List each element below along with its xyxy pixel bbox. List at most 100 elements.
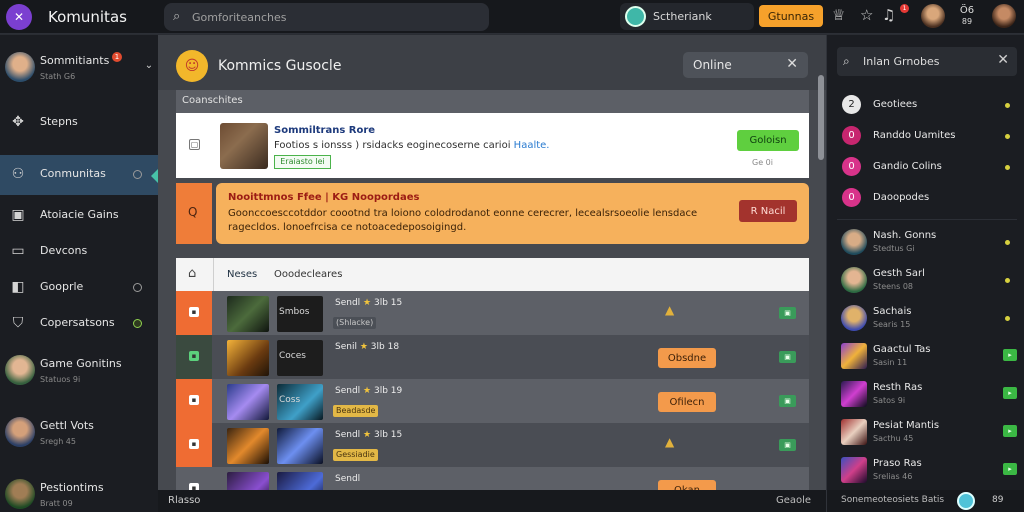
- group-name: Randdo Uamites: [873, 130, 956, 141]
- sidebar-item-profile[interactable]: Sommitiants Stath G6 1 ⌄: [0, 48, 158, 88]
- bottom-right-label[interactable]: Geaole: [776, 495, 811, 506]
- chat-bubble-icon[interactable]: [957, 492, 975, 510]
- alert-action-button[interactable]: R Nacil: [739, 200, 797, 222]
- group-item[interactable]: 0 Gandio Colins: [837, 152, 1017, 182]
- close-icon[interactable]: ✕: [997, 52, 1009, 68]
- table-header: ⌂ Neses Ooodecleares: [176, 258, 809, 291]
- profile-avatar[interactable]: [921, 4, 945, 28]
- user-chip[interactable]: Sctheriank: [620, 3, 754, 30]
- friend-item[interactable]: Pesiat Mantis Sacthu 45 ▸: [837, 417, 1017, 447]
- row-title: Sendl ★ 3lb 15: [335, 298, 402, 308]
- row-action-button[interactable]: Obsdne: [658, 348, 716, 368]
- group-search-label: Inlan Grnobes: [863, 55, 940, 68]
- post-meta: Ge 0i: [752, 158, 773, 167]
- sidebar-item-games[interactable]: ▣ Atoiacie Gains: [0, 196, 158, 236]
- group-item[interactable]: 0 Randdo Uamites: [837, 121, 1017, 151]
- online-icon[interactable]: ▸: [1003, 463, 1017, 475]
- global-search[interactable]: ⌕: [164, 3, 489, 31]
- search-icon: ⌕: [173, 9, 181, 24]
- sidebar-item-friend-3[interactable]: Pestiontims Bratt 09: [0, 475, 158, 512]
- close-icon[interactable]: ✕: [786, 56, 798, 72]
- group-item[interactable]: 2 Geotiees: [837, 90, 1017, 120]
- friend-item[interactable]: Resth Ras Satos 9i ▸: [837, 379, 1017, 409]
- friend-item[interactable]: Sachais Searis 15: [837, 303, 1017, 333]
- bottom-left-label[interactable]: Rlasso: [168, 495, 200, 506]
- right-bottom-bar: Sonemeoteosiets Batis 89: [827, 490, 1024, 512]
- game-label-box: Smbos: [277, 296, 323, 332]
- post-thumbnail[interactable]: [220, 123, 268, 169]
- checkbox[interactable]: ▪: [189, 483, 199, 490]
- scrollbar[interactable]: [818, 75, 824, 160]
- online-icon[interactable]: ▸: [1003, 387, 1017, 399]
- post-author[interactable]: Sommiltrans Rore: [274, 125, 375, 136]
- search-input[interactable]: [192, 8, 472, 26]
- column-header[interactable]: Neses: [227, 269, 257, 280]
- post-link[interactable]: Haalte.: [514, 140, 550, 151]
- home-icon[interactable]: ⌂: [188, 266, 196, 281]
- checkbox[interactable]: ▪: [189, 439, 199, 449]
- checkbox[interactable]: ▪: [189, 395, 199, 405]
- friend-status: Srelias 46: [873, 472, 913, 481]
- folder-icon: ◧: [11, 279, 25, 295]
- coins-counter[interactable]: Ö6 89: [956, 5, 978, 27]
- online-filter[interactable]: Online ✕: [683, 52, 808, 78]
- avatar: [5, 417, 35, 447]
- active-indicator: [151, 169, 158, 183]
- friend-item[interactable]: Gesth Sarl Steens 08: [837, 265, 1017, 295]
- status-icon[interactable]: ▣: [779, 307, 796, 319]
- people-icon: ⚇: [11, 166, 25, 182]
- avatar: [841, 267, 867, 293]
- sidebar-item-communities[interactable]: ⚇ Conmunitas: [0, 155, 158, 195]
- status-icon[interactable]: ▣: [779, 351, 796, 363]
- checkbox[interactable]: ▪: [189, 307, 199, 317]
- row-name: Senil: [335, 342, 357, 352]
- chevron-down-icon[interactable]: ⌄: [140, 60, 158, 78]
- table-row[interactable]: ▪ Sendl Okan: [176, 467, 809, 490]
- online-icon[interactable]: ▸: [1003, 349, 1017, 361]
- group-search[interactable]: ⌕ Inlan Grnobes ✕: [837, 47, 1017, 76]
- column-header[interactable]: Ooodecleares: [274, 269, 342, 280]
- row-title: Sendl ★ 3lb 15: [335, 430, 402, 440]
- game-thumbnail: [227, 472, 269, 490]
- friend-item[interactable]: Praso Ras Srelias 46 ▸: [837, 455, 1017, 485]
- table-row[interactable]: ▪ Coss Sendl ★ 3lb 19 Beadasde Ofilecn ▣: [176, 379, 809, 423]
- join-button[interactable]: Goloisn: [737, 130, 799, 151]
- sidebar-item-label: Gooprle: [40, 280, 84, 293]
- sidebar-item-groups[interactable]: ◧ Gooprle: [0, 268, 158, 308]
- sidebar-item-stepns[interactable]: ✥ Stepns: [0, 103, 158, 143]
- secondary-avatar[interactable]: [992, 4, 1016, 28]
- main-content: ☺ Kommics Gusocle Online ✕ Coanschites ▢…: [158, 35, 826, 490]
- group-item[interactable]: 0 Daoopodes: [837, 183, 1017, 213]
- sidebar-item-friend-2[interactable]: Gettl Vots Sregh 45: [0, 413, 158, 453]
- checkbox[interactable]: ▪: [189, 351, 199, 361]
- sidebar-item-sub: Stath G6: [40, 72, 76, 81]
- sidebar-item-friend-1[interactable]: Game Gonitins Statuos 9i: [0, 351, 158, 391]
- status-icon[interactable]: ▣: [779, 439, 796, 451]
- friend-item[interactable]: Gaactul Tas Sasin 11 ▸: [837, 341, 1017, 371]
- friend-name: Sachais: [873, 306, 912, 317]
- bell-icon[interactable]: ♫: [882, 6, 895, 24]
- star-icon[interactable]: ☆: [860, 6, 873, 24]
- primary-action-button[interactable]: Gtunnas: [759, 5, 823, 27]
- table-row[interactable]: ▪ Coces Senil ★ 3lb 18 Obsdne ▣: [176, 335, 809, 379]
- trophy-icon[interactable]: ♕: [832, 6, 845, 24]
- table-row[interactable]: ▪ Smbos Sendl ★ 3lb 15 (Shlacke) ▲ ▣: [176, 291, 809, 335]
- row-name: Sendl: [335, 386, 361, 396]
- sidebar-item-devices[interactable]: ▭ Devcons: [0, 232, 158, 272]
- table-row[interactable]: ▪ Sendl ★ 3lb 15 Gessiadie ▲ ▣: [176, 423, 809, 467]
- group-icon: 0: [842, 157, 861, 176]
- row-tag: (Shlacke): [333, 317, 377, 329]
- row-action-button[interactable]: Ofilecn: [658, 392, 716, 412]
- chat-icon: ▭: [11, 243, 25, 259]
- checkbox[interactable]: ▢: [189, 139, 200, 150]
- friend-item[interactable]: Nash. Gonns Stedtus Gi: [837, 227, 1017, 257]
- app-logo-icon[interactable]: ✕: [6, 4, 32, 30]
- sidebar-item-label: Devcons: [40, 244, 88, 257]
- coins-sub: 89: [961, 17, 973, 26]
- status-icon[interactable]: ▣: [779, 395, 796, 407]
- star-icon: ★: [363, 386, 372, 396]
- row-action-button[interactable]: Okan: [658, 480, 716, 490]
- sidebar-item-conversations[interactable]: ⛉ Copersatsons: [0, 304, 158, 344]
- page-title: Kommics Gusocle: [218, 58, 342, 74]
- online-icon[interactable]: ▸: [1003, 425, 1017, 437]
